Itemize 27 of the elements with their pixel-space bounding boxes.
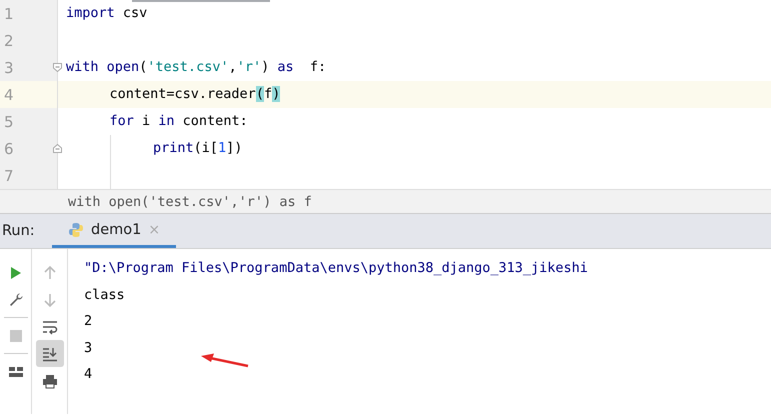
line-number: 6: [3, 140, 14, 158]
code-line: import csv: [66, 4, 148, 23]
console-line: 4: [84, 365, 94, 384]
printer-icon[interactable]: [42, 372, 58, 388]
wrench-icon[interactable]: [8, 292, 24, 308]
run-label: Run:: [1, 223, 36, 239]
code-line: print(i[1]): [153, 139, 242, 158]
scroll-to-end-icon[interactable]: [42, 346, 58, 362]
code-line: with open('test.csv','r') as f:: [66, 58, 326, 77]
annotation-arrow: [200, 353, 250, 369]
line-number: 2: [3, 32, 14, 50]
soft-wrap-icon[interactable]: [42, 318, 58, 334]
code-line: content=csv.reader(f): [110, 85, 280, 104]
line-number: 7: [3, 166, 14, 184]
code-line: for i in content:: [110, 112, 248, 131]
line-number: 3: [3, 58, 14, 76]
console-line: "D:\Program Files\ProgramData\envs\python38_django_313_jikeshi: [84, 259, 589, 278]
console-line: 3: [84, 338, 94, 358]
line-number: 4: [3, 86, 14, 104]
fold-end-icon[interactable]: [53, 144, 62, 153]
line-number: 5: [3, 112, 14, 130]
fold-icon[interactable]: [53, 63, 62, 72]
console-line: class: [84, 286, 126, 304]
run-tab[interactable]: demo1 ×: [52, 214, 176, 248]
console-line: 2: [84, 312, 94, 331]
line-number: 1: [3, 4, 14, 22]
python-icon: [68, 222, 84, 238]
